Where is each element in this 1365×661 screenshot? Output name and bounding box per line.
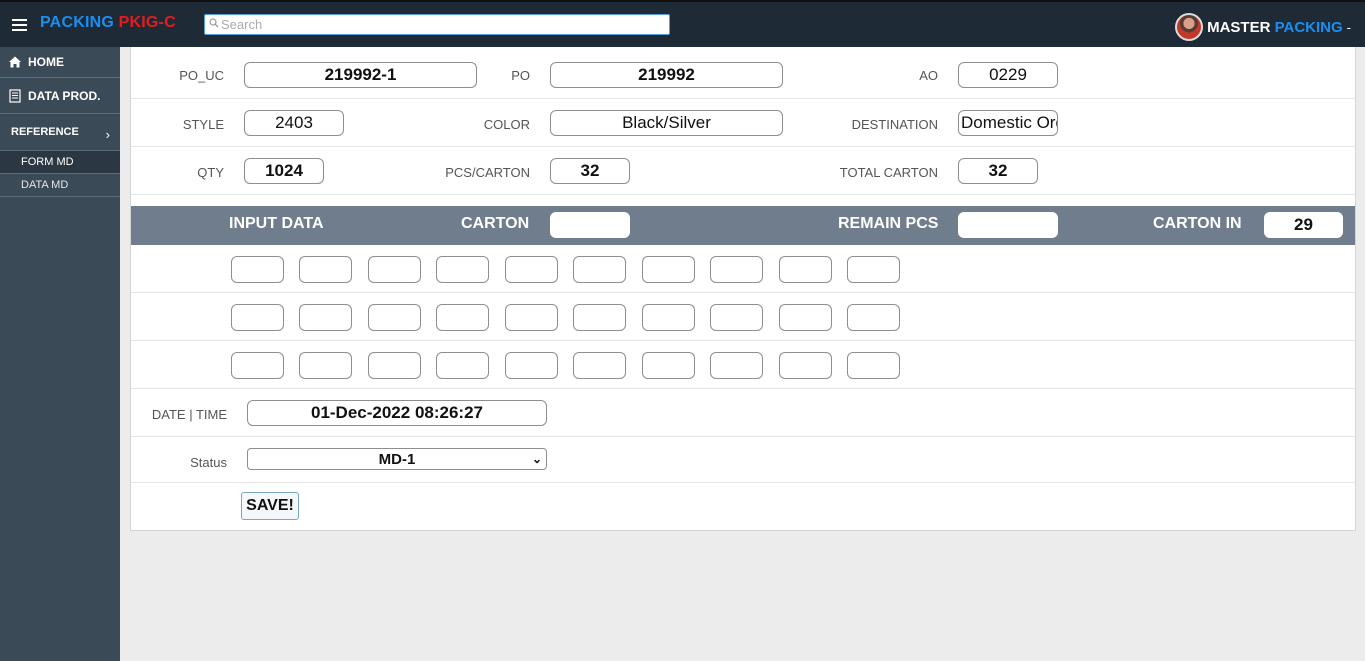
grid-input-cell[interactable] <box>299 256 352 283</box>
chevron-right-icon: › <box>105 127 110 142</box>
search-icon <box>209 18 219 28</box>
avatar <box>1175 13 1204 41</box>
destination-field[interactable] <box>958 110 1058 136</box>
sidebar-item-data-prod[interactable]: DATA PROD. <box>0 78 120 114</box>
top-navbar: PACKING PKIG-C MASTER PACKING - <box>0 0 1365 47</box>
grid-input-cell[interactable] <box>710 256 763 283</box>
remain-pcs-field[interactable] <box>958 212 1058 238</box>
save-button[interactable]: SAVE! <box>241 492 299 520</box>
po-uc-label: PO_UC <box>179 68 224 83</box>
user-name-second: PACKING <box>1274 18 1343 36</box>
user-caret-icon: - <box>1346 19 1351 35</box>
grid-input-cell[interactable] <box>368 352 421 379</box>
grid-input-cell[interactable] <box>642 352 695 379</box>
ao-field[interactable] <box>958 62 1058 88</box>
form-row-po: PO_UC PO AO <box>131 47 1355 99</box>
user-name-first: MASTER <box>1207 18 1275 36</box>
sidebar-subitem-data-md[interactable]: DATA MD <box>0 174 120 197</box>
status-label: Status <box>190 455 227 470</box>
grid-input-cell[interactable] <box>505 304 558 331</box>
grid-input-cell[interactable] <box>573 256 626 283</box>
status-select[interactable]: MD-1 ⌄ <box>247 448 547 470</box>
carton-in-field[interactable] <box>1264 212 1343 238</box>
sidebar: HOME DATA PROD. REFERENCE › FORM MD DATA… <box>0 47 120 661</box>
po-field[interactable] <box>550 62 783 88</box>
grid-input-cell[interactable] <box>368 256 421 283</box>
grid-input-cell[interactable] <box>299 352 352 379</box>
carton-label: CARTON <box>461 215 530 232</box>
form-row-datetime: DATE | TIME <box>131 389 1355 437</box>
grid-input-cell[interactable] <box>642 304 695 331</box>
datetime-label: DATE | TIME <box>151 407 227 422</box>
grid-input-cell[interactable] <box>436 256 489 283</box>
sidebar-subitem-form-md[interactable]: FORM MD <box>0 151 120 174</box>
sidebar-item-label: REFERENCE <box>11 126 79 138</box>
input-data-label: INPUT DATA <box>229 215 324 232</box>
document-icon <box>9 88 21 103</box>
grid-input-cell[interactable] <box>710 304 763 331</box>
grid-input-cell[interactable] <box>847 256 900 283</box>
sidebar-item-reference[interactable]: REFERENCE › <box>0 114 120 151</box>
hamburger-menu-icon[interactable] <box>12 19 27 31</box>
packing-form-panel: PO_UC PO AO STYLE COLOR DESTINATION QTY … <box>130 47 1356 531</box>
qty-label: QTY <box>197 165 224 180</box>
grid-input-cell[interactable] <box>710 352 763 379</box>
remain-pcs-label: REMAIN PCS <box>838 215 939 232</box>
home-icon <box>9 56 21 68</box>
grid-input-cell[interactable] <box>642 256 695 283</box>
grid-input-cell[interactable] <box>847 352 900 379</box>
datetime-field[interactable] <box>247 400 547 426</box>
sidebar-item-home[interactable]: HOME <box>0 47 120 78</box>
pcs-carton-label: PCS/CARTON <box>445 165 530 180</box>
form-row-qty: QTY PCS/CARTON TOTAL CARTON <box>131 147 1355 195</box>
grid-input-cell[interactable] <box>779 304 832 331</box>
brand-code: PKIG-C <box>118 14 176 31</box>
grid-input-cell[interactable] <box>505 256 558 283</box>
destination-label: DESTINATION <box>851 117 938 132</box>
ao-label: AO <box>919 68 938 83</box>
brand-name: PACKING <box>40 14 119 31</box>
grid-input-cell[interactable] <box>368 304 421 331</box>
carton-in-label: CARTON IN <box>1153 215 1242 232</box>
grid-input-cell[interactable] <box>231 352 284 379</box>
sidebar-item-label: HOME <box>28 55 64 69</box>
form-row-style: STYLE COLOR DESTINATION <box>131 99 1355 147</box>
color-field[interactable] <box>550 110 783 136</box>
grid-input-cell[interactable] <box>779 352 832 379</box>
po-label: PO <box>511 68 530 83</box>
user-name: MASTER PACKING <box>1207 19 1343 36</box>
grid-input-cell[interactable] <box>436 352 489 379</box>
grid-input-cell[interactable] <box>779 256 832 283</box>
grid-input-cell[interactable] <box>436 304 489 331</box>
chevron-down-icon: ⌄ <box>531 452 542 466</box>
grid-input-cell[interactable] <box>847 304 900 331</box>
sidebar-item-label: DATA PROD. <box>28 88 101 103</box>
app-brand[interactable]: PACKING PKIG-C <box>40 14 176 32</box>
total-carton-label: TOTAL CARTON <box>839 165 938 180</box>
carton-field[interactable] <box>550 212 630 238</box>
pcs-carton-field[interactable] <box>550 158 630 184</box>
grid-input-cell[interactable] <box>573 304 626 331</box>
total-carton-field[interactable] <box>958 158 1038 184</box>
search-input[interactable] <box>221 16 661 33</box>
grid-input-cell[interactable] <box>231 256 284 283</box>
style-label: STYLE <box>182 117 224 132</box>
input-data-bar: INPUT DATA CARTON REMAIN PCS CARTON IN <box>131 206 1355 245</box>
color-label: COLOR <box>483 117 530 132</box>
status-selected-value: MD-1 <box>378 450 416 468</box>
qty-field[interactable] <box>244 158 324 184</box>
grid-input-cell[interactable] <box>573 352 626 379</box>
user-menu[interactable]: MASTER PACKING - <box>1175 12 1351 42</box>
style-field[interactable] <box>244 110 344 136</box>
grid-input-cell[interactable] <box>505 352 558 379</box>
po-uc-field[interactable] <box>244 62 477 88</box>
search-box[interactable] <box>204 14 670 35</box>
grid-input-cell[interactable] <box>299 304 352 331</box>
grid-input-cell[interactable] <box>231 304 284 331</box>
